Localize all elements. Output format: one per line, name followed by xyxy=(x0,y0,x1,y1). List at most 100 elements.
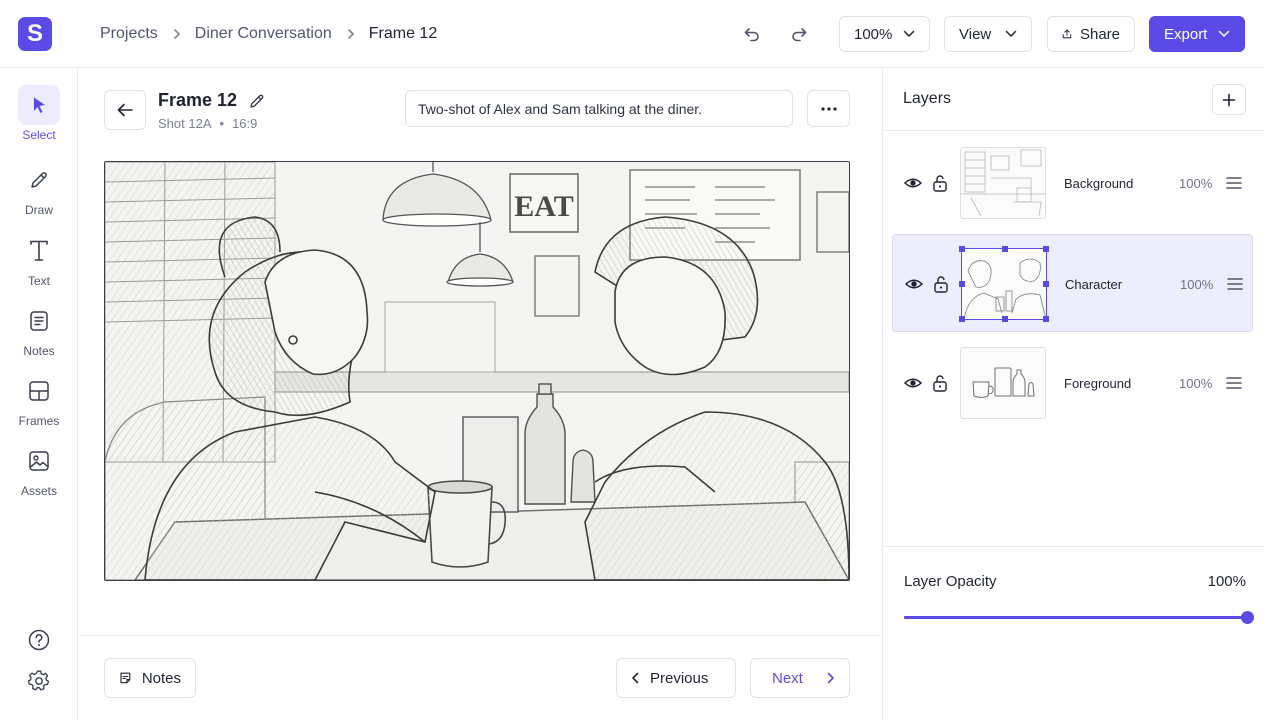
chevron-down-icon xyxy=(1218,30,1230,37)
chevron-right-icon xyxy=(827,672,834,684)
notes-button[interactable]: Notes xyxy=(104,658,196,698)
tool-label: Notes xyxy=(23,344,55,358)
view-label: View xyxy=(959,25,992,43)
tool-notes[interactable]: Notes xyxy=(0,301,78,365)
edit-pencil-icon[interactable] xyxy=(249,93,265,109)
tool-rail: Select Draw Text Notes Frames Assets xyxy=(0,68,78,720)
text-icon xyxy=(18,231,60,271)
layers-title: Layers xyxy=(903,90,952,107)
tool-text[interactable]: Text xyxy=(0,231,78,295)
opacity-slider[interactable] xyxy=(904,611,1254,625)
previous-label: Previous xyxy=(650,669,709,687)
help-button[interactable] xyxy=(26,627,52,653)
notes-label: Notes xyxy=(141,669,181,687)
lock-open-icon[interactable] xyxy=(933,275,949,293)
zoom-value: 100% xyxy=(854,25,893,43)
notes-icon xyxy=(18,301,60,341)
breadcrumb-project[interactable]: Diner Conversation xyxy=(195,25,332,43)
tool-frames[interactable]: Frames xyxy=(0,371,78,435)
app-logo[interactable]: S xyxy=(18,17,52,51)
layers-header: Layers xyxy=(883,68,1264,131)
back-button[interactable] xyxy=(104,90,146,130)
chevron-left-icon xyxy=(632,672,639,684)
logo-letter: S xyxy=(26,20,43,47)
frame-meta: Shot 12A • 16:9 xyxy=(158,116,257,131)
opacity-label: Layer Opacity xyxy=(904,573,997,590)
chevron-down-icon xyxy=(1005,30,1017,37)
view-menu-button[interactable]: View xyxy=(944,16,1032,52)
eat-sign: EAT xyxy=(509,173,579,233)
undo-icon xyxy=(744,28,759,42)
layers-panel: Layers Background 100% Character 100% Fo… xyxy=(882,68,1264,720)
tool-assets[interactable]: Assets xyxy=(0,441,78,505)
chevron-down-icon xyxy=(903,30,915,37)
meta-separator: • xyxy=(219,116,225,131)
redo-icon xyxy=(792,28,807,42)
opacity-value: 100% xyxy=(1207,573,1246,590)
frame-description-input[interactable] xyxy=(405,90,793,127)
layer-row-foreground[interactable]: Foreground 100% xyxy=(892,334,1253,432)
layer-thumbnail xyxy=(960,147,1046,219)
cursor-icon xyxy=(18,85,60,125)
layer-name: Character xyxy=(1065,277,1123,292)
eye-icon[interactable] xyxy=(904,374,922,392)
drag-handle-icon[interactable] xyxy=(1226,376,1242,390)
layer-row-character[interactable]: Character 100% xyxy=(892,234,1253,332)
next-button[interactable]: Next xyxy=(750,658,850,698)
export-button[interactable]: Export xyxy=(1149,16,1245,52)
image-icon xyxy=(18,441,60,481)
chevron-right-icon xyxy=(173,29,181,39)
breadcrumb: Projects Diner Conversation Frame 12 xyxy=(100,24,437,44)
help-icon xyxy=(28,629,50,651)
tool-label: Frames xyxy=(18,414,60,428)
tool-label: Text xyxy=(27,274,50,288)
slider-knob[interactable] xyxy=(1241,611,1254,624)
drag-handle-icon[interactable] xyxy=(1226,176,1242,190)
pencil-icon xyxy=(18,160,60,200)
breadcrumb-current: Frame 12 xyxy=(368,25,438,42)
arrow-left-icon xyxy=(117,103,133,117)
layer-opacity: 100% xyxy=(1180,277,1214,292)
settings-button[interactable] xyxy=(26,668,52,694)
storyboard-canvas[interactable]: EAT xyxy=(104,161,850,581)
tool-draw[interactable]: Draw xyxy=(0,160,78,224)
lock-open-icon[interactable] xyxy=(932,374,948,392)
more-options-button[interactable] xyxy=(807,90,850,127)
frame-title-row: Frame 12 xyxy=(158,90,265,111)
share-icon xyxy=(1062,29,1072,39)
frames-icon xyxy=(18,371,60,411)
layer-row-background[interactable]: Background 100% xyxy=(892,134,1253,232)
slider-fill xyxy=(904,616,1248,619)
zoom-select[interactable]: 100% xyxy=(839,16,930,52)
plus-icon xyxy=(1222,93,1236,106)
eye-icon[interactable] xyxy=(904,174,922,192)
share-button[interactable]: Share xyxy=(1047,16,1135,52)
chevron-right-icon xyxy=(347,29,355,39)
tool-label: Draw xyxy=(24,203,53,217)
svg-text:EAT: EAT xyxy=(514,190,573,223)
layer-opacity: 100% xyxy=(1179,176,1213,191)
drag-handle-icon[interactable] xyxy=(1227,277,1243,291)
tool-label: Assets xyxy=(20,484,57,498)
editor-footer: Notes Previous Next xyxy=(79,635,881,720)
previous-button[interactable]: Previous xyxy=(616,658,736,698)
tool-label: Select xyxy=(22,128,56,142)
aspect-ratio: 16:9 xyxy=(232,116,258,131)
layer-thumbnail-selected[interactable] xyxy=(959,246,1049,322)
shot-id: Shot 12A xyxy=(158,116,212,131)
undo-button[interactable] xyxy=(738,20,766,48)
lock-open-icon[interactable] xyxy=(932,174,948,192)
breadcrumb-projects[interactable]: Projects xyxy=(100,25,158,43)
tool-select[interactable]: Select xyxy=(0,85,78,149)
add-layer-button[interactable] xyxy=(1212,84,1246,115)
export-label: Export xyxy=(1164,25,1208,43)
frame-title: Frame 12 xyxy=(158,90,238,110)
note-icon xyxy=(120,672,131,684)
eye-icon[interactable] xyxy=(905,275,923,293)
next-label: Next xyxy=(772,669,803,687)
redo-button[interactable] xyxy=(785,20,813,48)
layer-name: Background xyxy=(1064,176,1134,191)
diner-sketch: EAT xyxy=(105,162,849,580)
share-label: Share xyxy=(1079,25,1120,43)
layer-opacity-section: Layer Opacity 100% xyxy=(883,546,1264,720)
